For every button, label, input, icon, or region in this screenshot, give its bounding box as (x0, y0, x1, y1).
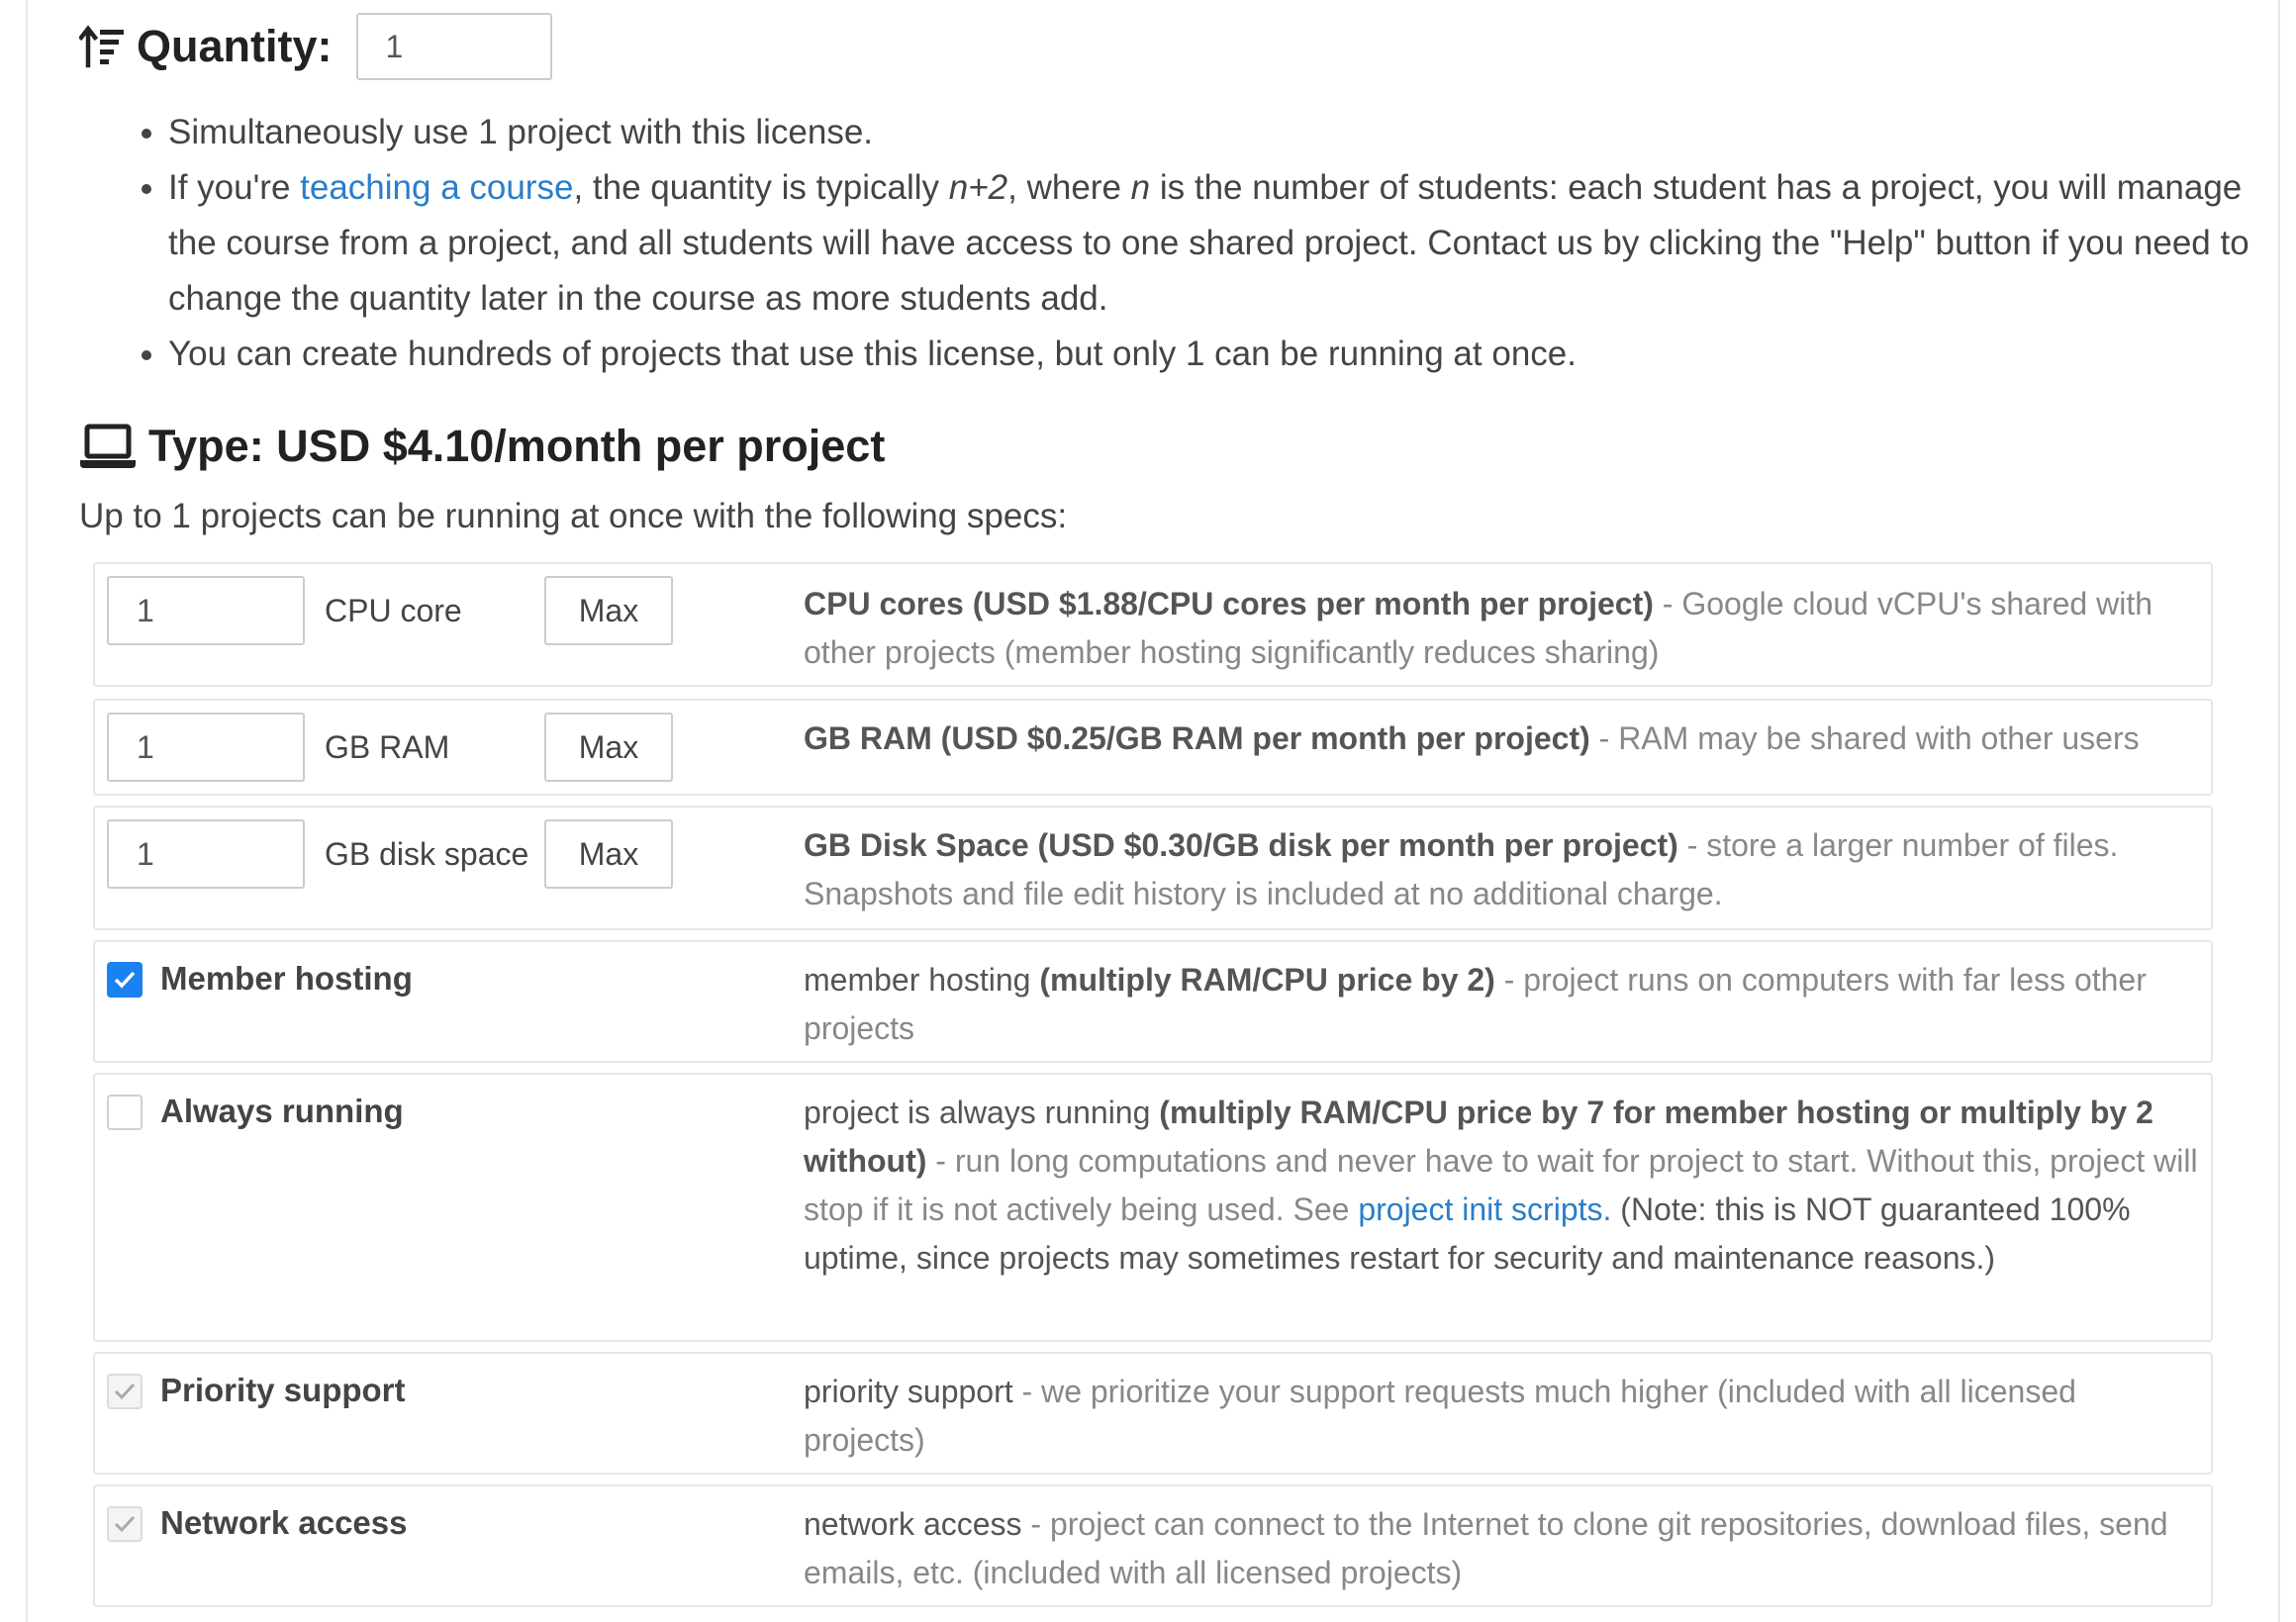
ram-note: - RAM may be shared with other users (1589, 720, 2140, 756)
ram-input[interactable]: 1 (107, 713, 305, 782)
disk-description: GB Disk Space (USD $0.30/GB disk per mon… (804, 821, 2199, 918)
quantity-input[interactable]: 1 (355, 13, 552, 80)
network-access-name: network access (804, 1506, 1022, 1542)
cpu-core-input[interactable]: 1 (107, 576, 305, 645)
variable-text: n (1130, 168, 1151, 207)
teaching-course-link[interactable]: teaching a course (300, 168, 573, 207)
check-icon (114, 971, 136, 989)
bullet-text: Simultaneously use 1 project with this l… (168, 113, 874, 151)
check-icon (114, 1515, 136, 1533)
disk-max-button[interactable]: Max (544, 819, 673, 889)
ram-description: GB RAM (USD $0.25/GB RAM per month per p… (804, 715, 2199, 763)
quantity-title: Quantity: (137, 21, 333, 71)
bullet-text: If you're (168, 168, 301, 207)
always-running-checkbox[interactable] (107, 1095, 143, 1130)
member-hosting-name: member hosting (804, 962, 1040, 998)
always-running-name: project is always running (804, 1095, 1160, 1130)
network-access-checkbox (107, 1506, 143, 1542)
specs-intro: Up to 1 projects can be running at once … (79, 497, 1068, 535)
list-item: You can create hundreds of projects that… (168, 327, 2256, 382)
priority-support-name: priority support (804, 1374, 1013, 1409)
ram-max-button[interactable]: Max (544, 713, 673, 782)
option-row-priority-support: Priority support priority support - we p… (93, 1352, 2213, 1475)
always-running-label: Always running (160, 1093, 404, 1129)
ram-price: GB RAM (USD $0.25/GB RAM per month per p… (804, 720, 1590, 756)
laptop-icon (80, 424, 136, 468)
option-row-member-hosting: Member hosting member hosting (multiply … (93, 940, 2213, 1063)
cpu-price: CPU cores (USD $1.88/CPU cores per month… (804, 586, 1654, 621)
bullet-text: , the quantity is typically (573, 168, 949, 207)
disk-unit-label: GB disk space (325, 836, 529, 872)
project-init-scripts-link[interactable]: project init scripts. (1358, 1192, 1611, 1227)
list-item: Simultaneously use 1 project with this l… (168, 105, 2256, 160)
disk-input[interactable]: 1 (107, 819, 305, 889)
network-access-description: network access - project can connect to … (804, 1500, 2199, 1597)
quantity-header: Quantity: 1 (79, 12, 552, 81)
ram-unit-label: GB RAM (325, 729, 450, 765)
spec-row-disk: 1 GB disk space Max GB Disk Space (USD $… (93, 806, 2213, 930)
member-hosting-checkbox[interactable] (107, 962, 143, 998)
member-hosting-label: Member hosting (160, 960, 413, 997)
option-row-always-running: Always running project is always running… (93, 1073, 2213, 1342)
type-header: Type: USD $4.10/month per project (79, 412, 885, 481)
priority-support-label: Priority support (160, 1372, 406, 1408)
spec-row-cpu: 1 CPU core Max CPU cores (USD $1.88/CPU … (93, 562, 2213, 687)
cpu-description: CPU cores (USD $1.88/CPU cores per month… (804, 580, 2199, 677)
always-running-description: project is always running (multiply RAM/… (804, 1089, 2199, 1283)
member-hosting-description: member hosting (multiply RAM/CPU price b… (804, 956, 2199, 1053)
sort-amount-up-icon (79, 25, 124, 68)
quantity-info-list: Simultaneously use 1 project with this l… (133, 105, 2256, 382)
list-item: If you're teaching a course, the quantit… (168, 160, 2256, 327)
cpu-unit-label: CPU core (325, 593, 462, 628)
bullet-text: You can create hundreds of projects that… (168, 334, 1577, 373)
priority-support-checkbox (107, 1374, 143, 1409)
priority-support-description: priority support - we prioritize your su… (804, 1368, 2199, 1465)
disk-price: GB Disk Space (USD $0.30/GB disk per mon… (804, 827, 1678, 863)
bullet-text: , where (1007, 168, 1131, 207)
network-access-label: Network access (160, 1504, 408, 1541)
type-title: Type: USD $4.10/month per project (148, 421, 886, 471)
cpu-max-button[interactable]: Max (544, 576, 673, 645)
member-hosting-multiplier: (multiply RAM/CPU price by 2) (1039, 962, 1495, 998)
formula-text: n+2 (948, 168, 1008, 207)
check-icon (114, 1383, 136, 1400)
spec-row-ram: 1 GB RAM Max GB RAM (USD $0.25/GB RAM pe… (93, 699, 2213, 796)
option-row-network-access: Network access network access - project … (93, 1484, 2213, 1607)
